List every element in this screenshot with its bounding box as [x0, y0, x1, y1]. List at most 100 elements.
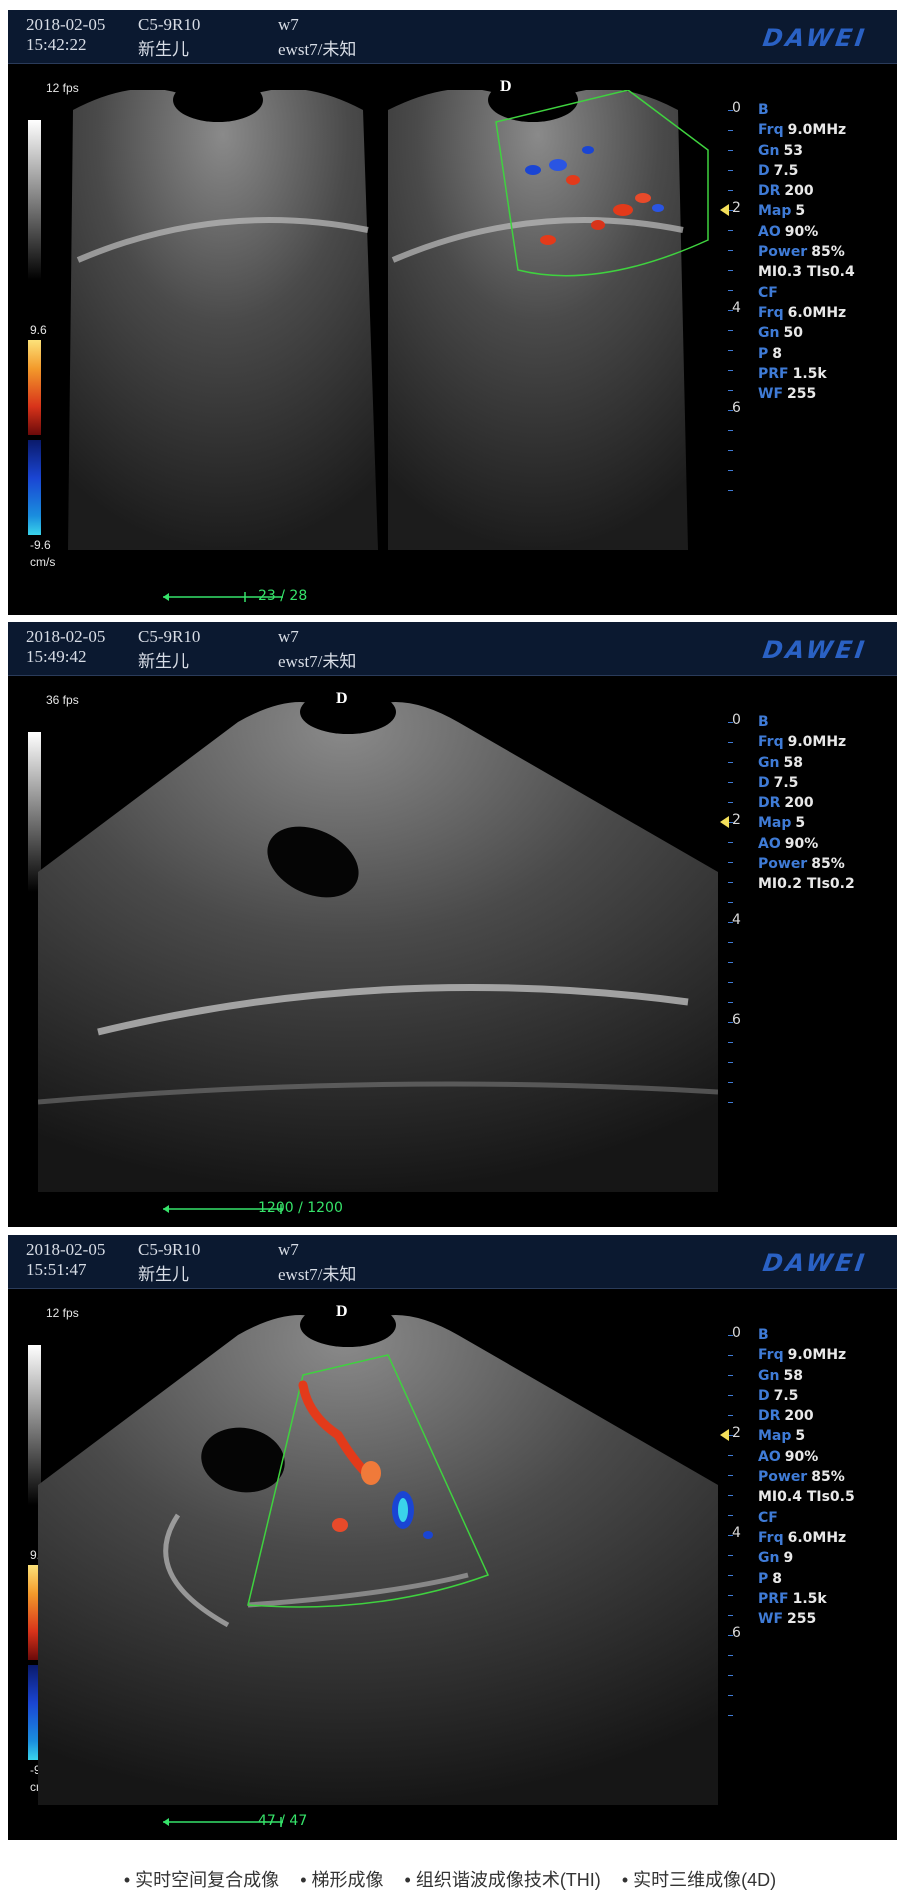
- depth-label: 0: [732, 100, 741, 116]
- patient-type: 新生儿: [138, 652, 189, 671]
- param-value: 8: [772, 1570, 783, 1587]
- exam-date: 2018-02-05: [26, 627, 106, 646]
- color-bar-min: -9.6: [30, 538, 51, 552]
- param-value: 5: [795, 815, 806, 832]
- param-value: 58: [783, 754, 803, 771]
- feature-item: • 梯形成像: [300, 1870, 384, 1890]
- color-bar-max: 9.6: [30, 323, 47, 337]
- param-key: Gn: [758, 754, 780, 771]
- param-key: P: [758, 1570, 769, 1587]
- param-value: 85%: [811, 1469, 845, 1486]
- param-key: Gn: [758, 325, 780, 342]
- b-mode-section: B: [758, 714, 769, 730]
- color-bar-positive: [28, 340, 41, 435]
- ultrasound-panel-1: 2018-02-05 15:42:22 C5-9R10 新生儿 w7 ewst7…: [8, 10, 897, 615]
- exam-date: 2018-02-05: [26, 15, 106, 34]
- feature-item: • 实时空间复合成像: [123, 1870, 280, 1890]
- mi-ti-readout: MI0.2 TIs0.2: [758, 876, 855, 893]
- param-key: DR: [758, 1408, 781, 1425]
- param-value: 6.0MHz: [787, 304, 847, 321]
- param-key: D: [758, 774, 770, 791]
- parameter-list: B Frq 9.0MHz Gn 58 D 7.5 DR 200 Map 5 AO 90% P…: [758, 1325, 855, 1629]
- cf-section: CF: [758, 1509, 778, 1526]
- param-key: Power: [758, 1469, 808, 1486]
- panel-header: 2018-02-05 15:42:22 C5-9R10 新生儿 w7 ewst7…: [8, 10, 897, 64]
- param-value: 1.5k: [792, 1590, 827, 1607]
- depth-label: 6: [732, 400, 741, 416]
- patient-name: w7: [278, 15, 299, 34]
- ultrasound-image: [38, 702, 718, 1192]
- focus-marker-icon[interactable]: [720, 1429, 729, 1441]
- param-key: D: [758, 162, 770, 179]
- param-key: AO: [758, 835, 781, 852]
- param-key: AO: [758, 1448, 781, 1465]
- param-key: WF: [758, 1611, 784, 1628]
- bmode-sector: [38, 1315, 718, 1805]
- parameter-list: B Frq 9.0MHz Gn 58 D 7.5 DR 200 Map 5 AO 90% P…: [758, 712, 855, 895]
- focus-marker-icon[interactable]: [720, 204, 729, 216]
- depth-label: 6: [732, 1012, 741, 1028]
- bmode-sector: [38, 702, 718, 1192]
- depth-label: 4: [732, 912, 741, 928]
- param-value: 90%: [784, 1448, 819, 1465]
- orientation-mark: D: [500, 78, 512, 95]
- bmode-sector-left: [68, 90, 378, 550]
- exam-time: 15:51:47: [26, 1260, 87, 1279]
- param-key: AO: [758, 223, 781, 240]
- param-key: D: [758, 1387, 770, 1404]
- depth-scale: 0 2 4 6: [720, 712, 750, 1192]
- param-key: Frq: [758, 734, 784, 751]
- param-value: 5: [795, 1428, 806, 1445]
- probe-model: C5-9R10: [138, 1240, 201, 1259]
- param-value: 7.5: [773, 162, 799, 179]
- param-key: Frq: [758, 1529, 784, 1546]
- panel-header: 2018-02-05 15:49:42 C5-9R10 新生儿 w7 ewst7…: [8, 622, 897, 676]
- cine-frame-counter: 1200 / 1200: [258, 1200, 343, 1216]
- patient-id: ewst7/未知: [278, 652, 357, 671]
- mi-ti-readout: MI0.3 TIs0.4: [758, 264, 855, 281]
- patient-id: ewst7/未知: [278, 1265, 357, 1284]
- param-value: 9.0MHz: [787, 734, 847, 751]
- param-key: Gn: [758, 1367, 780, 1384]
- b-mode-section: B: [758, 1327, 769, 1343]
- ultrasound-panel-3: 2018-02-05 15:51:47 C5-9R10 新生儿 w7 ewst7…: [8, 1235, 897, 1840]
- param-value: 200: [784, 183, 814, 200]
- param-value: 5: [795, 203, 806, 220]
- param-key: DR: [758, 795, 781, 812]
- color-bar-negative: [28, 440, 41, 535]
- depth-label: 0: [732, 712, 741, 728]
- depth-scale: 0 2 4 6: [720, 100, 750, 580]
- panel-header: 2018-02-05 15:51:47 C5-9R10 新生儿 w7 ewst7…: [8, 1235, 897, 1289]
- depth-label: 2: [732, 812, 741, 828]
- b-mode-section: B: [758, 102, 769, 118]
- probe-model: C5-9R10: [138, 627, 201, 646]
- exam-time: 15:42:22: [26, 35, 87, 54]
- ultrasound-image: [68, 90, 709, 550]
- param-key: Power: [758, 856, 808, 873]
- depth-scale: 0 2 4 6: [720, 1325, 750, 1805]
- depth-label: 0: [732, 1325, 741, 1341]
- brand-logo: DAWEI: [761, 24, 869, 52]
- param-key: Map: [758, 203, 792, 220]
- parameter-list: B Frq 9.0MHz Gn 53 D 7.5 DR 200 Map 5 AO 90% P…: [758, 100, 855, 404]
- exam-date: 2018-02-05: [26, 1240, 106, 1259]
- param-key: Gn: [758, 1550, 780, 1567]
- param-key: PRF: [758, 365, 789, 382]
- focus-marker-icon[interactable]: [720, 816, 729, 828]
- param-value: 85%: [811, 856, 845, 873]
- grayscale-bar: [28, 120, 41, 280]
- param-key: P: [758, 345, 769, 362]
- param-value: 90%: [784, 223, 819, 240]
- exam-time: 15:49:42: [26, 647, 87, 666]
- param-value: 200: [784, 795, 814, 812]
- param-key: PRF: [758, 1590, 789, 1607]
- param-value: 7.5: [773, 774, 799, 791]
- brand-logo: DAWEI: [761, 636, 869, 664]
- ultrasound-panel-2: 2018-02-05 15:49:42 C5-9R10 新生儿 w7 ewst7…: [8, 622, 897, 1227]
- param-key: WF: [758, 386, 784, 403]
- param-value: 53: [783, 142, 803, 159]
- depth-label: 4: [732, 300, 741, 316]
- param-value: 50: [783, 325, 803, 342]
- param-key: DR: [758, 183, 781, 200]
- param-value: 9.0MHz: [787, 1347, 847, 1364]
